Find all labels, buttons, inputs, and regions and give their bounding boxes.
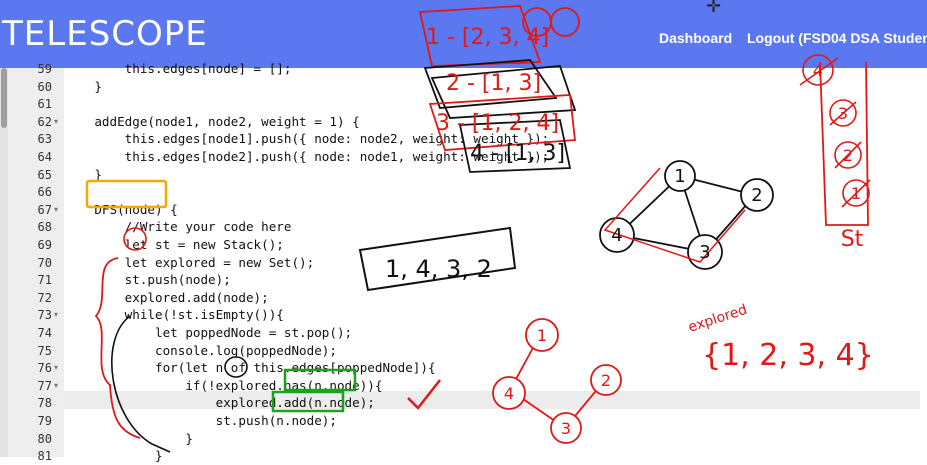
adj-row-3: 3 - [1, 2, 4] bbox=[436, 111, 559, 136]
drawing-annotations: 1 - [2, 3, 4] 2 - [1, 3] 3 - [1, 2, 4] 4… bbox=[85, 5, 874, 453]
graph-bottom-label-1: 1 bbox=[537, 326, 547, 345]
adj-row-2: 2 - [1, 3] bbox=[446, 71, 541, 96]
comment-circle bbox=[123, 227, 147, 251]
explored-label: explored bbox=[686, 302, 749, 336]
adj-row-4: 4 - [1, 3] bbox=[470, 141, 565, 166]
dfs-output: 1, 4, 3, 2 bbox=[385, 255, 492, 283]
loop-var-circle bbox=[224, 356, 248, 378]
adj-row-1: 1 - [2, 3, 4] bbox=[426, 25, 549, 50]
stack-item-1: 1 bbox=[851, 184, 861, 203]
checkmark-icon bbox=[407, 379, 441, 410]
add-highlight-box bbox=[271, 390, 345, 413]
has-highlight-box bbox=[283, 368, 357, 392]
stack-item-2: 2 bbox=[843, 146, 853, 165]
adjacency-text: 1 - [2, 3, 4] 2 - [1, 3] 3 - [1, 2, 4] 4… bbox=[426, 25, 565, 166]
graph-top-label-2: 2 bbox=[751, 185, 762, 206]
graph-top-label-3: 3 bbox=[699, 242, 710, 263]
loop-brace bbox=[94, 257, 141, 439]
graph-top-label-1: 1 bbox=[674, 166, 685, 187]
graph-top-label-4: 4 bbox=[611, 225, 622, 246]
loop-arrow bbox=[111, 315, 171, 453]
graph-top bbox=[599, 160, 774, 270]
dfs-highlight-box bbox=[85, 179, 168, 209]
graph-bottom-label-4: 4 bbox=[504, 384, 514, 403]
stack-label: St bbox=[841, 227, 864, 252]
graph-bottom-label-3: 3 bbox=[561, 419, 571, 438]
stack-item-4: 4 bbox=[813, 61, 823, 80]
explored-set: {1, 2, 3, 4} bbox=[702, 338, 874, 373]
stack-item-3: 3 bbox=[838, 104, 848, 123]
graph-bottom-label-2: 2 bbox=[601, 371, 611, 390]
